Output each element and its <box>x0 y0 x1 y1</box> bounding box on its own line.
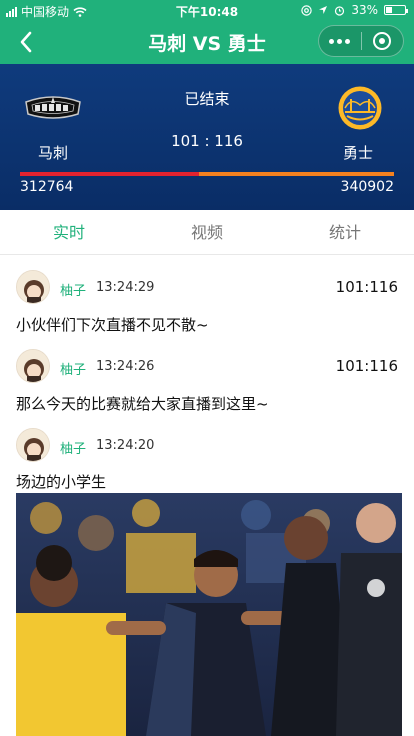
nav-bar: 马刺 VS 勇士 <box>0 22 414 62</box>
message-text: 那么今天的比赛就给大家直播到这里~ <box>16 395 269 413</box>
avatar <box>16 270 50 304</box>
tab-stats[interactable]: 统计 <box>276 210 414 254</box>
scoreboard: 马刺 已结束 101 : 116 勇士 312764 340902 <box>0 64 414 210</box>
tab-bar: 实时 视频 统计 <box>0 210 414 255</box>
warriors-logo <box>327 80 393 136</box>
mini-program-capsule <box>318 25 404 57</box>
away-support-count: 340902 <box>340 179 394 195</box>
status-bar: 中国移动 下午10:48 33% <box>0 0 414 20</box>
target-close-icon <box>373 32 392 50</box>
avatar <box>16 428 50 462</box>
battery-icon <box>384 5 408 15</box>
more-dots-icon <box>329 38 351 44</box>
home-support-count: 312764 <box>20 179 74 195</box>
message-text: 小伙伴们下次直播不见不散~ <box>16 316 209 334</box>
top-header: 中国移动 下午10:48 33% 马刺 VS 勇士 <box>0 0 414 64</box>
support-bar <box>20 172 394 176</box>
close-miniprogram-button[interactable] <box>361 26 403 56</box>
item-score: 101:116 <box>335 357 398 375</box>
tab-live[interactable]: 实时 <box>0 210 138 254</box>
game-photo[interactable] <box>16 493 402 736</box>
alarm-icon <box>335 5 345 16</box>
away-support-fill <box>198 172 394 176</box>
user-name: 柚子 <box>60 442 87 457</box>
away-team-name: 勇士 <box>343 144 374 162</box>
avatar <box>16 349 50 383</box>
timestamp: 13:24:20 <box>96 438 155 453</box>
message-text: 场边的小学生 <box>16 473 107 491</box>
tab-video[interactable]: 视频 <box>138 210 276 254</box>
more-button[interactable] <box>319 26 361 56</box>
timestamp: 13:24:29 <box>96 280 155 295</box>
user-name: 柚子 <box>60 363 87 378</box>
item-score: 101:116 <box>335 278 398 296</box>
home-support-fill <box>20 172 199 176</box>
location-icon <box>319 6 328 14</box>
live-feed[interactable]: 柚子 13:24:29 101:116 小伙伴们下次直播不见不散~ 柚子 13:… <box>0 256 414 736</box>
status-right: 33% <box>301 3 408 17</box>
user-name: 柚子 <box>60 284 87 299</box>
battery-percent: 33% <box>351 3 378 17</box>
timestamp: 13:24:26 <box>96 359 155 374</box>
at-icon <box>301 4 313 16</box>
